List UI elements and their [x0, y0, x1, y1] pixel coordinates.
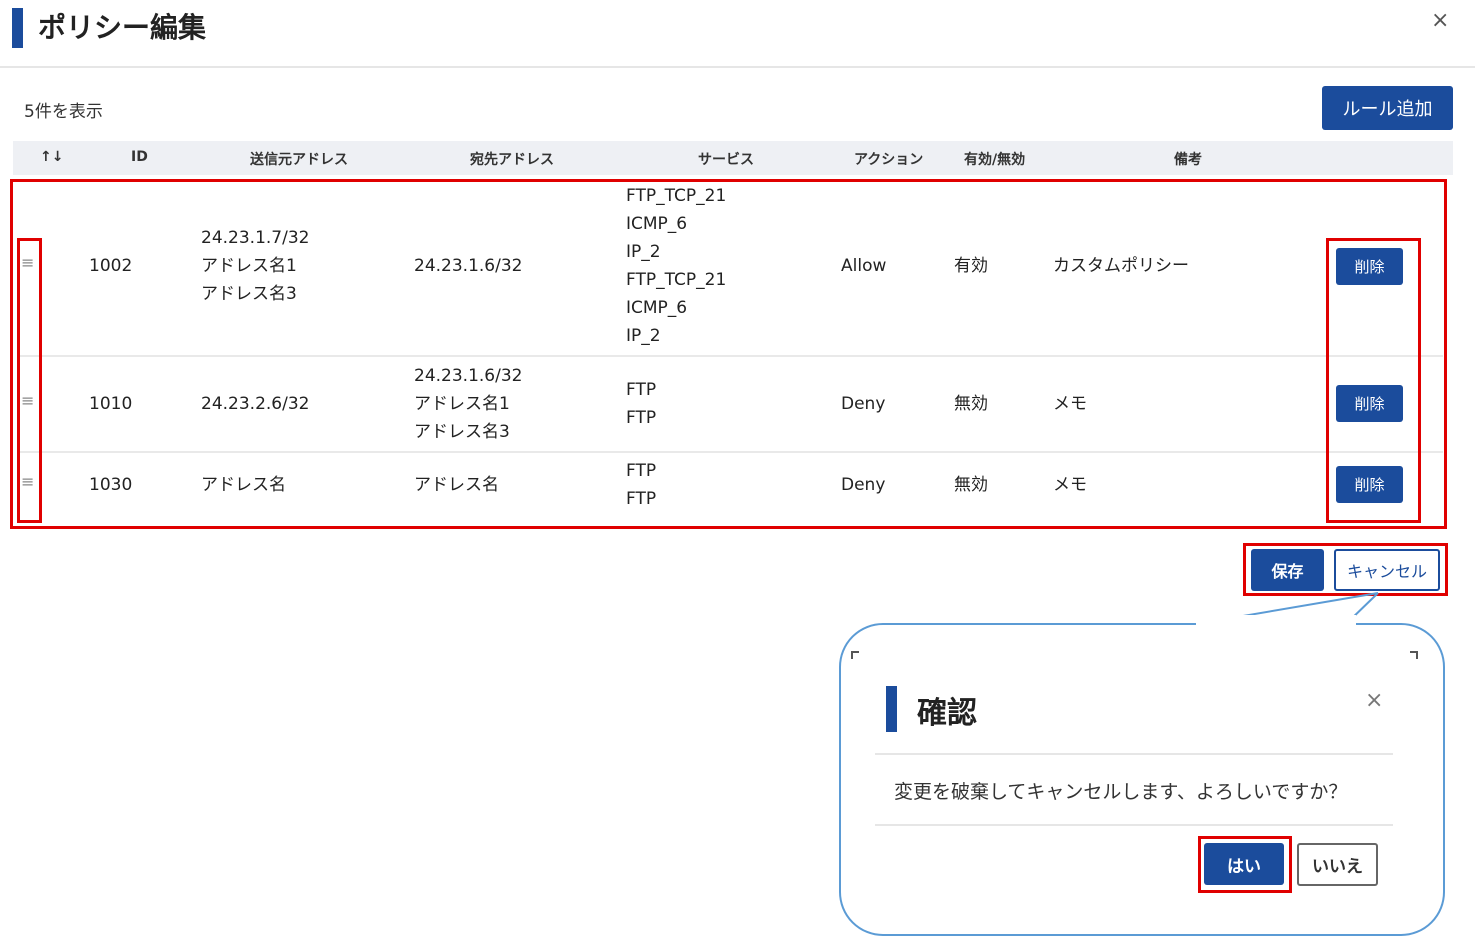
page-title: ポリシー編集 [38, 11, 207, 44]
result-count: 5件を表示 [24, 102, 103, 122]
add-rule-button[interactable]: ルール追加 [1322, 86, 1453, 130]
column-header-status: 有効/無効 [964, 152, 1026, 168]
yes-button-highlight [1198, 836, 1292, 893]
dialog-close-icon[interactable]: × [1365, 688, 1383, 713]
dialog-divider [875, 824, 1393, 826]
close-icon[interactable]: × [1431, 8, 1449, 33]
drag-handle-highlight [17, 238, 42, 523]
delete-column-highlight [1326, 238, 1421, 523]
dialog-corner [851, 651, 859, 659]
column-header-note: 備考 [1174, 152, 1202, 168]
title-accent-bar [12, 8, 23, 48]
table-header: ↑↓ ID 送信元アドレス 宛先アドレス サービス アクション 有効/無効 備考 [13, 141, 1453, 175]
dialog-title: 確認 [917, 696, 977, 731]
sort-icon[interactable]: ↑↓ [40, 149, 63, 165]
no-button[interactable]: いいえ [1297, 843, 1378, 886]
callout-tail-gap [1196, 615, 1356, 629]
column-header-destination: 宛先アドレス [470, 152, 554, 168]
save-button[interactable]: 保存 [1251, 549, 1324, 591]
table-body-highlight [10, 179, 1447, 529]
dialog-accent-bar [886, 686, 897, 732]
column-header-action: アクション [854, 152, 924, 168]
column-header-id: ID [131, 149, 148, 165]
dialog-divider [875, 753, 1393, 755]
header-divider [0, 66, 1475, 68]
column-header-source: 送信元アドレス [250, 152, 348, 168]
column-header-service: サービス [698, 152, 754, 168]
dialog-corner [1410, 651, 1418, 659]
dialog-message: 変更を破棄してキャンセルします、よろしいですか？ [894, 781, 1348, 803]
cancel-button[interactable]: キャンセル [1334, 549, 1440, 591]
